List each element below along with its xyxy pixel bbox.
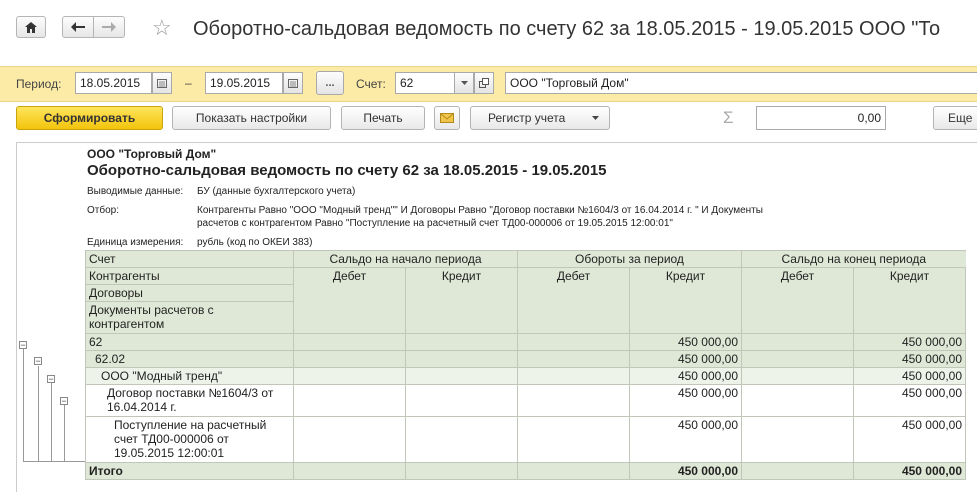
calendar-from-button[interactable]: [152, 72, 172, 94]
calendar-icon: [288, 78, 298, 88]
header-close-debit: Дебет: [741, 267, 854, 334]
print-button[interactable]: Печать: [341, 106, 425, 130]
window-title: Оборотно-сальдовая ведомость по счету 62…: [193, 18, 941, 40]
account-open-button[interactable]: [474, 72, 494, 94]
more-button[interactable]: Еще: [933, 106, 977, 130]
header-closing: Сальдо на конец периода: [741, 250, 966, 268]
calendar-to-button[interactable]: [283, 72, 303, 94]
account-field[interactable]: 62: [395, 72, 455, 94]
accounting-register-label: Регистр учета: [488, 111, 566, 125]
table-row[interactable]: 62 450 000,00 450 000,00: [85, 333, 966, 351]
show-settings-button[interactable]: Показать настройки: [172, 106, 331, 130]
home-icon: [25, 21, 37, 33]
email-button[interactable]: [434, 106, 460, 130]
calendar-icon: [157, 78, 167, 88]
sum-field: 0,00: [756, 106, 886, 130]
filter-bar: Период: 18.05.2015 – 19.05.2015 ... Счет…: [0, 66, 977, 102]
report-heading: Оборотно-сальдовая ведомость по счету 62…: [87, 162, 607, 179]
chevron-down-icon: [460, 81, 468, 85]
unit-value: рубль (код по ОКЕИ 383): [197, 237, 313, 248]
table-total-row[interactable]: Итого 450 000,00 450 000,00: [85, 462, 966, 480]
output-value: БУ (данные бухгалтерского учета): [197, 186, 356, 197]
forward-button[interactable]: [93, 16, 125, 38]
table-row[interactable]: ООО "Модный тренд" 450 000,00 450 000,00: [85, 367, 966, 385]
sum-icon: Σ: [723, 108, 734, 127]
envelope-icon: [440, 113, 454, 123]
collapse-counterparty-icon[interactable]: −: [47, 375, 55, 384]
report-table: Счет Сальдо на начало периода Обороты за…: [85, 250, 966, 480]
star-icon[interactable]: ☆: [152, 15, 172, 41]
selection-line1: Контрагенты Равно "ООО "Модный тренд"" И…: [197, 205, 763, 216]
report-org-name: ООО "Торговый Дом": [87, 147, 217, 161]
table-row[interactable]: Договор поставки №1604/3 от 16.04.2014 г…: [85, 384, 966, 417]
date-from-field[interactable]: 18.05.2015: [75, 72, 152, 94]
arrow-right-icon: [102, 22, 116, 32]
selection-label: Отбор:: [87, 205, 119, 216]
header-open-credit: Кредит: [405, 267, 518, 334]
header-counterparties: Контрагенты: [85, 267, 294, 285]
header-open-debit: Дебет: [293, 267, 406, 334]
output-label: Выводимые данные:: [87, 186, 184, 197]
period-label: Период:: [16, 77, 62, 91]
header-close-credit: Кредит: [853, 267, 966, 334]
organization-field[interactable]: ООО "Торговый Дом": [505, 72, 977, 94]
header-opening: Сальдо на начало периода: [293, 250, 518, 268]
collapse-62-icon[interactable]: −: [19, 341, 27, 350]
arrow-left-icon: [71, 22, 85, 32]
collapse-62-02-icon[interactable]: −: [34, 357, 42, 366]
header-turn-credit: Кредит: [629, 267, 742, 334]
period-select-button[interactable]: ...: [316, 71, 344, 95]
date-to-field[interactable]: 19.05.2015: [205, 72, 283, 94]
back-button[interactable]: [62, 16, 94, 38]
account-label: Счет:: [356, 77, 386, 91]
account-dropdown-button[interactable]: [454, 72, 474, 94]
table-row[interactable]: 62.02 450 000,00 450 000,00: [85, 350, 966, 368]
header-documents: Документы расчетов с контрагентом: [85, 301, 294, 334]
selection-line2: расчетов с контрагентом Равно "Поступлен…: [197, 218, 673, 229]
collapse-contract-icon[interactable]: −: [60, 397, 68, 406]
header-account: Счет: [85, 250, 294, 268]
header-turnover: Обороты за период: [517, 250, 742, 268]
generate-button[interactable]: Сформировать: [16, 106, 163, 130]
period-dash: –: [185, 76, 192, 90]
open-window-icon: [479, 78, 489, 88]
header-turn-debit: Дебет: [517, 267, 630, 334]
table-row[interactable]: Поступление на расчетный счет ТД00-00000…: [85, 416, 966, 463]
accounting-register-button[interactable]: Регистр учета: [470, 106, 610, 130]
chevron-down-icon: [592, 116, 599, 120]
unit-label: Единица измерения:: [87, 237, 184, 248]
home-button[interactable]: [16, 16, 46, 38]
header-contracts: Договоры: [85, 284, 294, 302]
